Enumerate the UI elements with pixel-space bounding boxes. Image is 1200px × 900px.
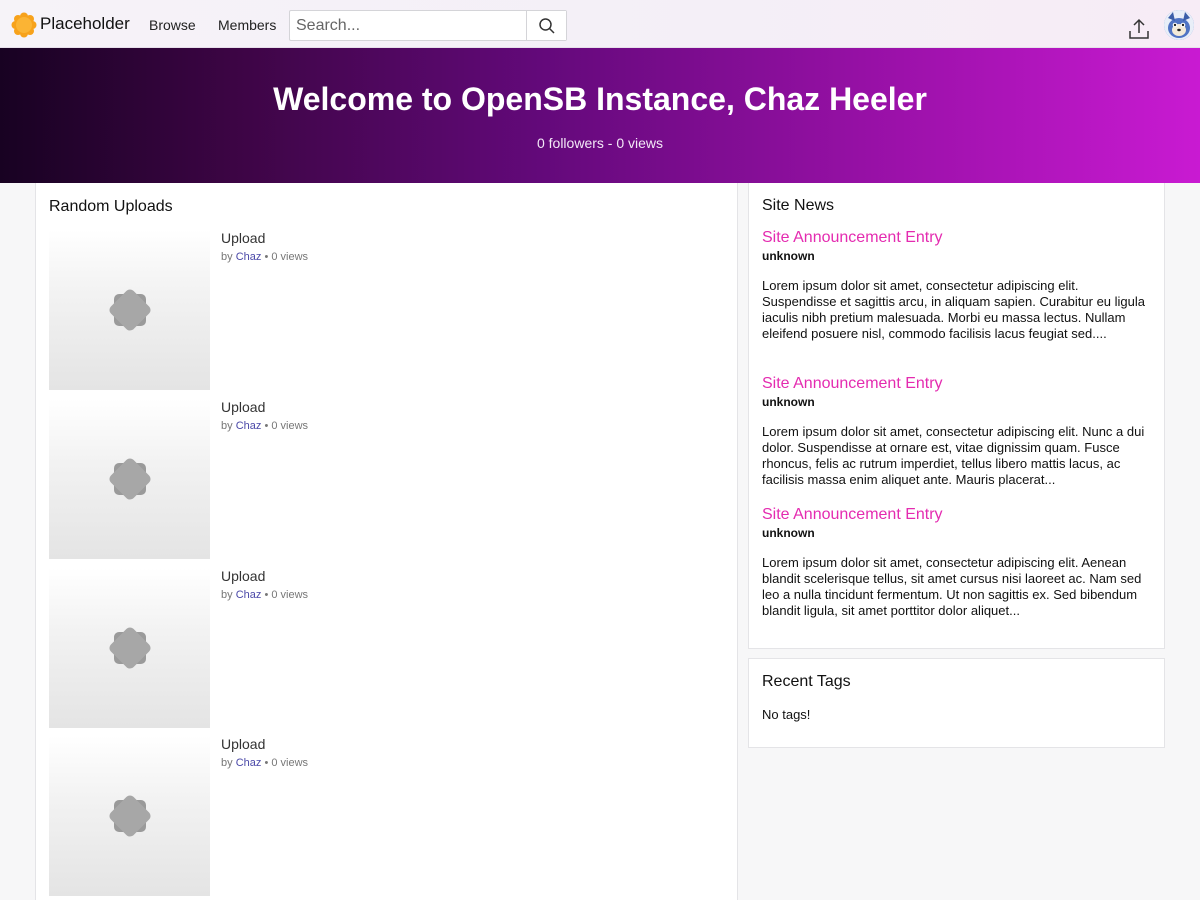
upload-thumbnail[interactable] — [49, 736, 210, 896]
upload-title[interactable]: Upload — [221, 230, 265, 246]
upload-meta: by Chaz • 0 views — [221, 420, 308, 432]
news-entry-body: Lorem ipsum dolor sit amet, consectetur … — [762, 424, 1145, 487]
upload-title[interactable]: Upload — [221, 736, 265, 752]
news-entry-author: unknown — [762, 526, 815, 540]
placeholder-image-icon — [109, 289, 151, 331]
site-name[interactable]: Placeholder — [40, 14, 130, 34]
upload-views: 0 views — [271, 589, 309, 601]
upload-views: 0 views — [271, 420, 309, 432]
news-entry-body: Lorem ipsum dolor sit amet, consectetur … — [762, 278, 1145, 341]
search-button[interactable] — [526, 11, 566, 40]
meta-separator: • — [264, 757, 269, 769]
upload-meta: by Chaz • 0 views — [221, 589, 308, 601]
upload-meta: by Chaz • 0 views — [221, 757, 308, 769]
upload-author-link[interactable]: Chaz — [236, 757, 262, 769]
upload-icon[interactable] — [1127, 17, 1151, 41]
placeholder-image-icon — [109, 795, 151, 837]
upload-thumbnail[interactable] — [49, 568, 210, 728]
random-uploads-panel: Random Uploads Upload by Chaz • 0 views … — [35, 183, 738, 900]
placeholder-image-icon — [109, 627, 151, 669]
by-label: by — [221, 420, 233, 432]
news-entry-body: Lorem ipsum dolor sit amet, consectetur … — [762, 555, 1142, 618]
welcome-banner: Welcome to OpenSB Instance, Chaz Heeler … — [0, 48, 1200, 183]
news-entry: Site Announcement Entry unknown Lorem ip… — [762, 229, 1154, 342]
site-news-panel: Site News Site Announcement Entry unknow… — [748, 183, 1165, 649]
top-navbar: Placeholder Browse Members — [0, 0, 1200, 48]
search-input[interactable] — [290, 11, 526, 40]
upload-views: 0 views — [271, 757, 309, 769]
by-label: by — [221, 251, 233, 263]
upload-views: 0 views — [271, 251, 309, 263]
avatar-image — [1164, 10, 1194, 40]
news-entry: Site Announcement Entry unknown Lorem ip… — [762, 375, 1154, 488]
upload-item: Upload by Chaz • 0 views — [49, 568, 649, 728]
search-bar — [289, 10, 567, 41]
meta-separator: • — [264, 251, 269, 263]
sunburst-logo-icon[interactable] — [11, 12, 37, 38]
upload-title[interactable]: Upload — [221, 568, 265, 584]
nav-members-link[interactable]: Members — [218, 17, 276, 33]
news-entry-title[interactable]: Site Announcement Entry — [762, 375, 1154, 393]
nav-browse-link[interactable]: Browse — [149, 17, 196, 33]
avatar[interactable] — [1164, 10, 1194, 40]
panel-title: Random Uploads — [49, 198, 173, 215]
upload-author-link[interactable]: Chaz — [236, 420, 262, 432]
banner-title: Welcome to OpenSB Instance, Chaz Heeler — [273, 81, 927, 117]
upload-author-link[interactable]: Chaz — [236, 589, 262, 601]
news-entry-title[interactable]: Site Announcement Entry — [762, 506, 1154, 524]
by-label: by — [221, 757, 233, 769]
news-entry: Site Announcement Entry unknown Lorem ip… — [762, 506, 1154, 619]
panel-title: Site News — [762, 197, 835, 214]
upload-item: Upload by Chaz • 0 views — [49, 399, 649, 559]
upload-thumbnail[interactable] — [49, 230, 210, 390]
banner-stats: 0 followers - 0 views — [536, 135, 664, 151]
upload-author-link[interactable]: Chaz — [236, 251, 262, 263]
news-entry-author: unknown — [762, 249, 815, 263]
meta-separator: • — [264, 420, 269, 432]
search-icon — [538, 17, 555, 34]
news-entry-title[interactable]: Site Announcement Entry — [762, 229, 1154, 247]
upload-thumbnail[interactable] — [49, 399, 210, 559]
upload-title[interactable]: Upload — [221, 399, 265, 415]
news-entry-author: unknown — [762, 395, 815, 409]
meta-separator: • — [264, 589, 269, 601]
upload-item: Upload by Chaz • 0 views — [49, 230, 649, 390]
placeholder-image-icon — [109, 458, 151, 500]
by-label: by — [221, 589, 233, 601]
upload-item: Upload by Chaz • 0 views — [49, 736, 649, 896]
panel-title: Recent Tags — [762, 673, 851, 690]
upload-meta: by Chaz • 0 views — [221, 251, 308, 263]
no-tags-message: No tags! — [762, 707, 811, 722]
recent-tags-panel: Recent Tags No tags! — [748, 658, 1165, 748]
